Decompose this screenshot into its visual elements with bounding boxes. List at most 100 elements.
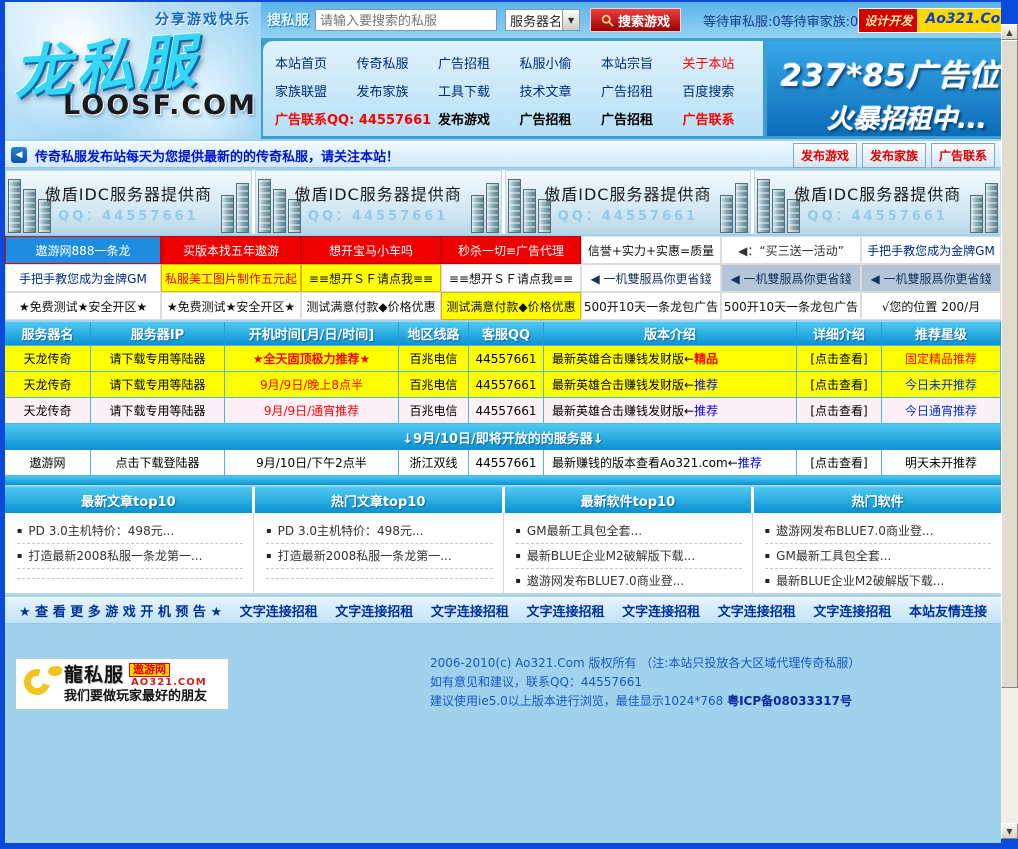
site-logo[interactable]: 分享游戏快乐 龙私服 LOOSF.COM (5, 2, 261, 139)
list-item[interactable]: ▪GM最新工具包全套... (765, 544, 991, 569)
list-item[interactable]: ▪打造最新2008私服一条龙第一... (17, 544, 243, 569)
text-link-ad[interactable]: 文字连接招租 (718, 601, 796, 620)
table-end-bar (5, 476, 1001, 485)
list-divider (266, 569, 492, 579)
nav-item-tools[interactable]: 工具下载 (426, 81, 507, 100)
footer-logo[interactable]: 龍私服 遨游网 AO321.COM 我们要做玩家最好的朋友 (15, 658, 229, 710)
text-ad[interactable]: 500开10天一条龙包广告 (581, 292, 721, 320)
text-ad[interactable]: 买版本找五年遨游 (161, 236, 301, 264)
nav-item-zongzhi[interactable]: 本站宗旨 (589, 53, 670, 72)
text-ad[interactable]: 手把手教您成为金牌GM (5, 264, 161, 292)
nav-item-sifu[interactable]: 私服小偷 (507, 53, 588, 72)
list-item[interactable]: ▪PD 3.0主机特价：498元... (17, 519, 243, 544)
text-ad[interactable]: 测试满意付款◆价格优惠 (441, 292, 581, 320)
intro-text: 最新英雄合击赚钱发财版← (552, 402, 694, 419)
text-ad[interactable]: ≡≡想开ＳＦ请点我≡≡ (441, 264, 581, 292)
text-ad[interactable]: ◀ 一机雙服爲你更省錢 (861, 264, 1001, 292)
nav-row: 广告联系QQ: 44557661 发布游戏 广告招租 广告招租 广告联系 (263, 104, 763, 132)
footer-logo-site: AO321.COM (131, 677, 207, 688)
idc-banner[interactable]: 傲盾IDC服务器提供商 QQ：44557661 (754, 170, 1001, 234)
text-ad[interactable]: 秒杀一切≡广告代理 (441, 236, 581, 264)
text-ad[interactable]: 想开宝马小车吗 (301, 236, 441, 264)
footer-logo-cn: 龍私服 (64, 665, 124, 686)
text-ad[interactable]: 信誉+实力+实惠=质量 (581, 236, 721, 264)
detail-link[interactable]: [点击查看] (797, 450, 882, 476)
text-link-ad[interactable]: 文字连接招租 (240, 601, 318, 620)
friend-links[interactable]: 本站友情连接 (909, 601, 987, 620)
text-ad[interactable]: ◀：“买三送一活动” (721, 236, 861, 264)
version-intro[interactable]: 最新赚钱的版本查看Ao321.com←推荐 (544, 450, 797, 476)
nav-item-chuanqi[interactable]: 传奇私服 (344, 53, 425, 72)
server-name[interactable]: 天龙传奇 (5, 398, 91, 424)
nav-item-family[interactable]: 家族联盟 (263, 81, 344, 100)
list-item[interactable]: ▪打造最新2008私服一条龙第一... (266, 544, 492, 569)
detail-link[interactable]: [点击查看] (797, 372, 882, 398)
publish-game-button[interactable]: 发布游戏 (793, 143, 857, 168)
list-item[interactable]: ▪最新BLUE企业M2破解版下载... (516, 544, 742, 569)
nav-item-ad-qq[interactable]: 广告联系QQ: 44557661 (263, 109, 426, 128)
list-item[interactable]: ▪遨游网发布BLUE7.0商业登... (516, 569, 742, 594)
server-name[interactable]: 天龙传奇 (5, 372, 91, 398)
dev-label: 设计开发 (859, 9, 917, 32)
nav-item-articles[interactable]: 技术文章 (507, 81, 588, 100)
text-ad[interactable]: ★免费测试★安全开区★ (161, 292, 301, 320)
list-item[interactable]: ▪GM最新工具包全套... (516, 519, 742, 544)
version-intro[interactable]: 最新英雄合击赚钱发财版←精品 (544, 346, 797, 372)
nav-item-home[interactable]: 本站首页 (263, 53, 344, 72)
text-ad[interactable]: 手把手教您成为金牌GM (861, 236, 1001, 264)
bullet-icon: ▪ (765, 551, 770, 560)
nav-item-ad1[interactable]: 广告招租 (426, 53, 507, 72)
idc-banner[interactable]: 傲盾IDC服务器提供商 QQ：44557661 (505, 170, 752, 234)
detail-link[interactable]: [点击查看] (797, 398, 882, 424)
version-intro[interactable]: 最新英雄合击赚钱发财版←推荐 (544, 398, 797, 424)
nav-item-ad4[interactable]: 广告招租 (589, 109, 670, 128)
text-link-ad[interactable]: 文字连接招租 (431, 601, 509, 620)
search-button[interactable]: 搜索游戏 (590, 8, 681, 32)
nav-item-pub-family[interactable]: 发布家族 (344, 81, 425, 100)
ad-contact-button[interactable]: 广告联系 (931, 143, 995, 168)
developer-badge[interactable]: 设计开发 Ao321.Com (858, 8, 1001, 33)
nav-item-about[interactable]: 关于本站 (670, 53, 751, 72)
banner-ad-237x85[interactable]: 237*85广告位 火暴招租中... (767, 41, 1001, 136)
text-ad[interactable]: ★免费测试★安全开区★ (5, 292, 161, 320)
text-ad[interactable]: ◀ 一机雙服爲你更省錢 (581, 264, 721, 292)
detail-link[interactable]: [点击查看] (797, 346, 882, 372)
list-item[interactable]: ▪遨游网发布BLUE7.0商业登... (765, 519, 991, 544)
version-intro[interactable]: 最新英雄合击赚钱发财版←推荐 (544, 372, 797, 398)
bullet-icon: ▪ (765, 526, 770, 535)
list-item[interactable]: ▪PD 3.0主机特价：498元... (266, 519, 492, 544)
dev-site-link[interactable]: Ao321.Com (917, 9, 1001, 32)
nav-item-pub-game[interactable]: 发布游戏 (426, 109, 507, 128)
nav-item-baidu[interactable]: 百度搜索 (670, 81, 751, 100)
idc-banner[interactable]: 傲盾IDC服务器提供商 QQ：44557661 (5, 170, 252, 234)
nav-item-ad3[interactable]: 广告招租 (507, 109, 588, 128)
list-item[interactable]: ▪最新BLUE企业M2破解版下载... (765, 569, 991, 594)
publish-family-button[interactable]: 发布家族 (862, 143, 926, 168)
vertical-scrollbar[interactable]: ▲ ▼ (1001, 24, 1018, 839)
text-ad[interactable]: √您的位置 200/月 (861, 292, 1001, 320)
icp-license-link[interactable]: 粤ICP备08033317号 (727, 694, 852, 708)
text-link-ad[interactable]: 文字连接招租 (335, 601, 413, 620)
server-name[interactable]: 遨游网 (5, 450, 91, 476)
server-name[interactable]: 天龙传奇 (5, 346, 91, 372)
text-ad[interactable]: 私服美工图片制作五元起 (161, 264, 301, 292)
nav-item-ad-contact[interactable]: 广告联系 (670, 109, 751, 128)
more-schedule-link[interactable]: ★ 查 看 更 多 游 戏 开 机 预 告 ★ (19, 601, 222, 620)
idc-banner[interactable]: 傲盾IDC服务器提供商 QQ：44557661 (255, 170, 502, 234)
text-link-ad[interactable]: 文字连接招租 (813, 601, 891, 620)
text-ad[interactable]: 遨游网888一条龙 (5, 236, 161, 264)
search-type-select[interactable]: 服务器名 ▼ (505, 9, 580, 31)
search-input[interactable] (315, 9, 497, 31)
text-ad[interactable]: ≡≡想开ＳＦ请点我≡≡ (301, 264, 441, 292)
bullet-icon: ▪ (516, 526, 521, 535)
text-link-ad[interactable]: 文字连接招租 (622, 601, 700, 620)
text-ad[interactable]: 500开10天一条龙包广告 (721, 292, 861, 320)
chevron-down-icon[interactable]: ▼ (562, 10, 579, 30)
scroll-up-button[interactable]: ▲ (1001, 24, 1018, 40)
nav-item-ad2[interactable]: 广告招租 (589, 81, 670, 100)
text-link-ad[interactable]: 文字连接招租 (527, 601, 605, 620)
text-ad[interactable]: 测试满意付款◆价格优惠 (301, 292, 441, 320)
scrollbar-thumb[interactable] (1001, 40, 1018, 688)
text-ad[interactable]: ◀ 一机雙服爲你更省錢 (721, 264, 861, 292)
scroll-down-button[interactable]: ▼ (1001, 823, 1018, 839)
